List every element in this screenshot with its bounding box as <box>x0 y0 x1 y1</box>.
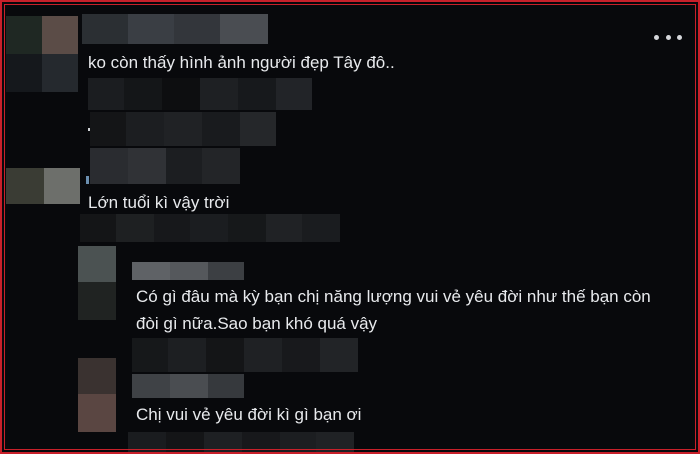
blurred-meta-row <box>90 112 276 146</box>
comment-text: ko còn thấy hình ảnh người đẹp Tây đô.. <box>88 53 395 72</box>
avatar-blurred[interactable] <box>78 246 116 320</box>
comment-text: Lớn tuổi kì vậy trời <box>88 193 230 212</box>
dot <box>665 34 671 40</box>
comment-thread-panel: ko còn thấy hình ảnh người đẹp Tây đô.. … <box>0 0 700 454</box>
blurred-meta-row <box>86 78 312 110</box>
blurred-meta-row <box>132 338 358 372</box>
username-blurred[interactable] <box>132 262 244 280</box>
reply-text: Chị vui vẻ yêu đời kì gì bạn ơi <box>136 405 362 424</box>
blurred-meta-row <box>80 214 340 242</box>
avatar-blurred[interactable] <box>6 16 78 92</box>
reply-text-line-1: Có gì đâu mà kỳ bạn chị năng lượng vui v… <box>136 287 651 306</box>
username-marker <box>86 176 89 184</box>
more-options-icon[interactable] <box>654 30 682 44</box>
username-blurred[interactable] <box>132 374 244 398</box>
dot <box>654 34 659 40</box>
blurred-meta-row <box>128 432 354 452</box>
blurred-meta-row <box>90 148 240 184</box>
username-blurred[interactable] <box>82 14 268 44</box>
dot <box>677 34 682 40</box>
avatar-blurred[interactable] <box>78 358 116 432</box>
avatar-blurred[interactable] <box>6 168 80 204</box>
reply-text-line-2: đòi gì nữa.Sao bạn khó quá vậy <box>136 314 378 333</box>
